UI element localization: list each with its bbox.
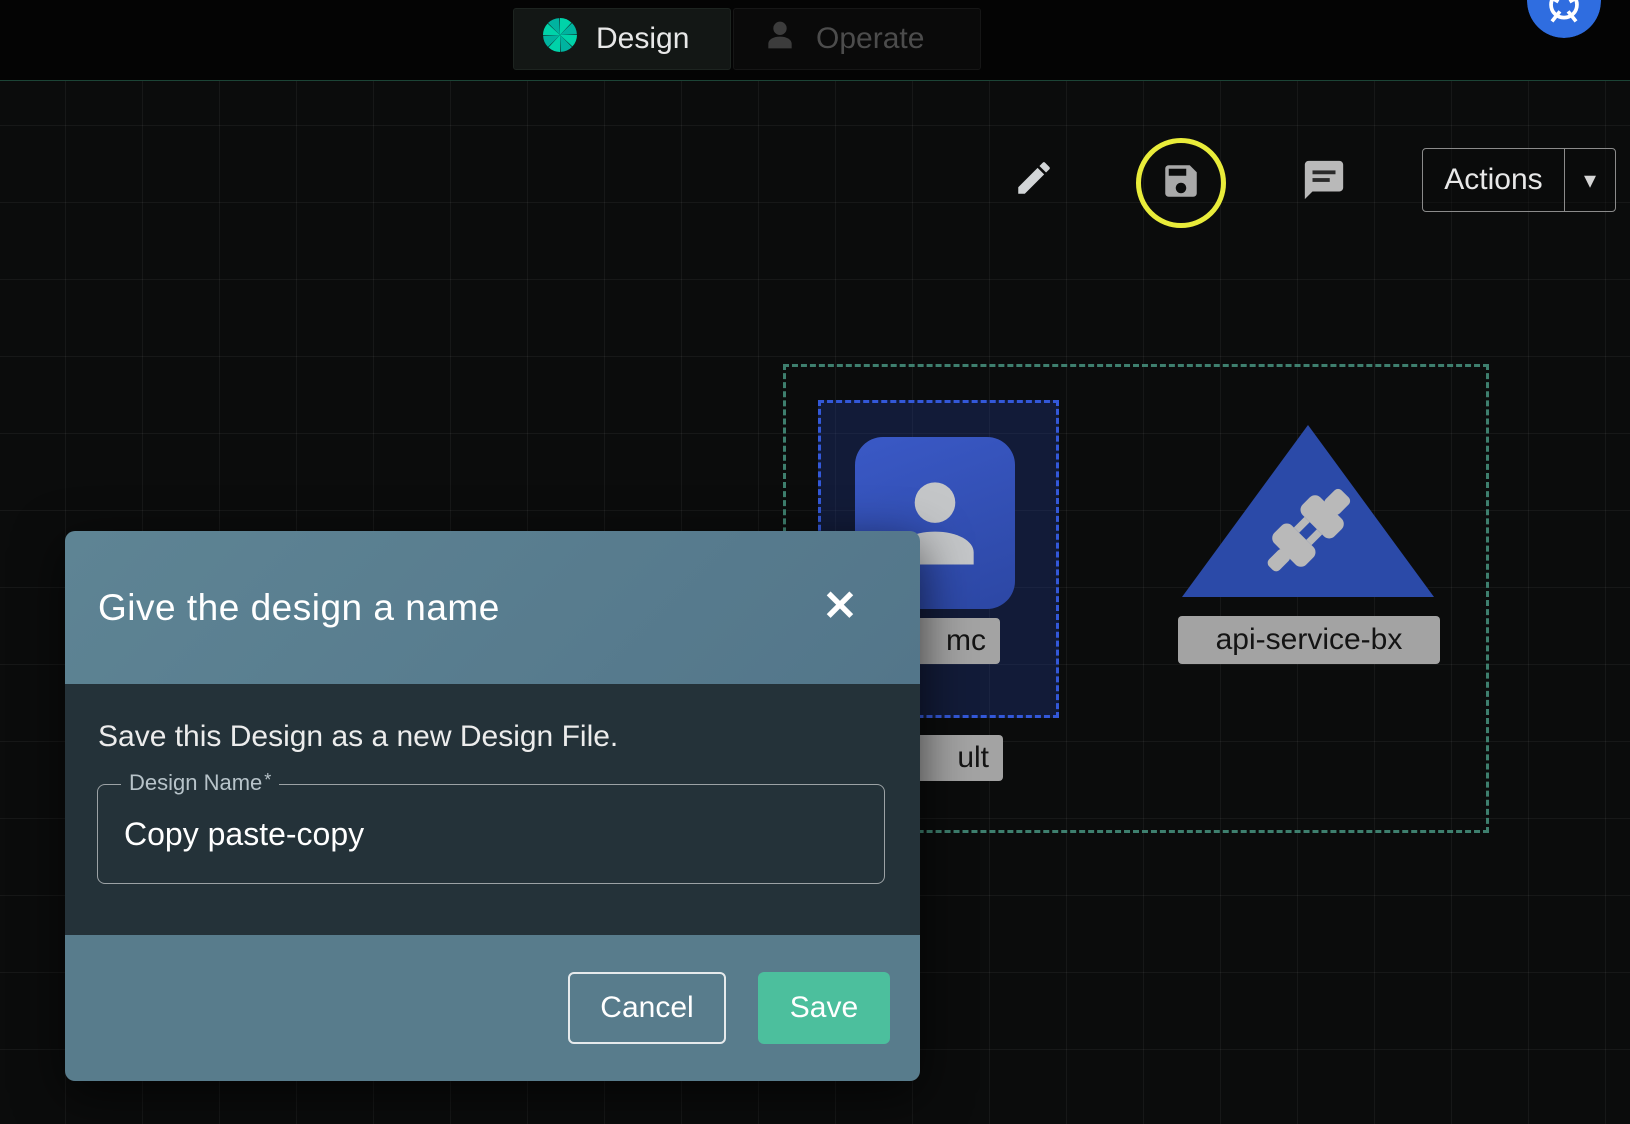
comment-icon	[1301, 157, 1347, 208]
tab-operate-label: Operate	[816, 22, 924, 56]
required-marker: *	[264, 770, 271, 790]
caret-down-icon[interactable]: ▾	[1564, 149, 1615, 211]
design-name-input[interactable]	[97, 784, 885, 884]
cancel-button[interactable]: Cancel	[568, 972, 726, 1044]
node-user-sublabel-text: ult	[957, 741, 989, 775]
save-button[interactable]: Save	[758, 972, 890, 1044]
design-name-field: Design Name*	[97, 784, 885, 884]
design-name-label: Design Name*	[121, 770, 279, 796]
operator-icon	[760, 15, 800, 63]
modal-footer: Cancel Save	[65, 935, 920, 1081]
avatar[interactable]	[1527, 0, 1601, 38]
modal-body: Save this Design as a new Design File. D…	[65, 684, 920, 935]
tab-design-label: Design	[596, 22, 689, 56]
actions-button[interactable]: Actions ▾	[1422, 148, 1616, 212]
node-api-service[interactable]	[1182, 425, 1434, 597]
node-api-label-text: api-service-bx	[1216, 623, 1403, 657]
modal-description: Save this Design as a new Design File.	[98, 720, 618, 754]
comment-button[interactable]	[1300, 158, 1348, 206]
actions-button-label: Actions	[1423, 149, 1564, 211]
design-name-label-text: Design Name	[129, 770, 262, 795]
app-root: Design Operate	[0, 0, 1630, 1124]
app-header: Design Operate	[0, 0, 1630, 81]
modal-header: Give the design a name ✕	[65, 531, 920, 684]
node-api-label: api-service-bx	[1178, 616, 1440, 664]
close-icon[interactable]: ✕	[812, 577, 868, 633]
node-user-label-text: mc	[946, 624, 986, 658]
tab-operate[interactable]: Operate	[733, 8, 981, 70]
save-design-modal: Give the design a name ✕ Save this Desig…	[65, 531, 920, 1081]
pencil-icon	[1013, 157, 1055, 204]
kubernetes-wheel-icon	[1527, 25, 1601, 38]
modal-title: Give the design a name	[98, 587, 500, 629]
tab-design[interactable]: Design	[513, 8, 731, 70]
meshery-logo-icon	[540, 15, 580, 63]
save-design-button[interactable]	[1136, 138, 1226, 228]
floppy-save-icon	[1160, 160, 1202, 207]
edit-button[interactable]	[1012, 158, 1056, 202]
